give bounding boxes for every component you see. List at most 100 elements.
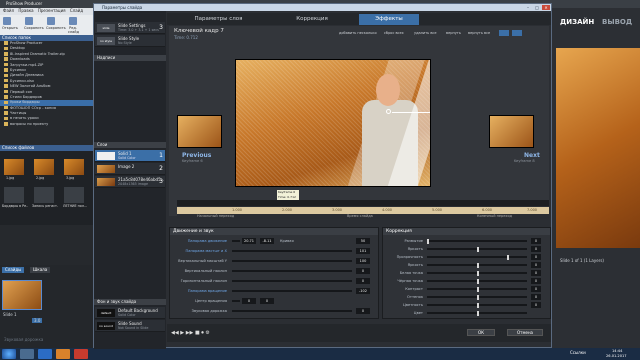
view-toggle-icon[interactable] bbox=[499, 30, 509, 36]
save-as-button[interactable]: Сохранить bbox=[46, 17, 66, 31]
layer-item-3[interactable]: 21a5c8d078e46abd5... 2048x1365 image 3 bbox=[95, 176, 165, 188]
correction-value[interactable]: 0 bbox=[531, 246, 541, 252]
slider-knob[interactable] bbox=[477, 286, 479, 292]
add-multiple-button[interactable]: добавить несколько bbox=[339, 31, 377, 37]
keyframe-ruler[interactable]: Keyframe 6 Time: 0.712 1.000 2.000 3.000… bbox=[177, 190, 549, 219]
maximize-button[interactable]: □ bbox=[533, 5, 541, 10]
tab-slides[interactable]: Слайды bbox=[2, 267, 25, 273]
correction-value[interactable]: 0 bbox=[531, 254, 541, 260]
slide-thumb-1[interactable] bbox=[2, 280, 42, 310]
tab-design[interactable]: ДИЗАЙН bbox=[560, 18, 594, 26]
file-thumb-2[interactable] bbox=[34, 159, 54, 175]
motion-slider[interactable] bbox=[232, 280, 352, 282]
file-thumb-4[interactable] bbox=[4, 187, 24, 203]
motion-value-1[interactable]: 0 bbox=[242, 298, 256, 304]
slider-knob[interactable] bbox=[477, 278, 479, 284]
slider-knob[interactable] bbox=[477, 270, 479, 276]
start-icon[interactable] bbox=[2, 349, 16, 359]
layer-item-1[interactable]: Solid 1 Solid Color 1 bbox=[95, 150, 165, 162]
motion-row-label: Горизонтальный наклон bbox=[180, 279, 227, 283]
save-button[interactable]: Сохранить bbox=[24, 17, 44, 31]
tab-output[interactable]: ВЫВОД bbox=[602, 18, 632, 26]
file-thumb-6[interactable] bbox=[64, 187, 84, 203]
cancel-button[interactable]: Отмена bbox=[507, 329, 543, 336]
ie-icon[interactable] bbox=[38, 349, 52, 359]
menu-show[interactable]: Презентация bbox=[38, 8, 66, 13]
correction-value[interactable]: 0 bbox=[531, 262, 541, 268]
menu-slide[interactable]: Слайд bbox=[70, 8, 83, 13]
motion-slider[interactable] bbox=[232, 260, 352, 262]
previous-keyframe-preview[interactable] bbox=[177, 115, 222, 148]
motion-slider[interactable] bbox=[232, 310, 352, 312]
correction-value[interactable]: 0 bbox=[531, 286, 541, 292]
motion-value-3[interactable]: 50 bbox=[356, 238, 370, 244]
motion-slider[interactable] bbox=[232, 290, 352, 292]
motion-slider[interactable] bbox=[232, 270, 352, 272]
explorer-icon[interactable] bbox=[20, 349, 34, 359]
tab-correction[interactable]: Коррекция bbox=[267, 14, 357, 25]
slider-knob[interactable] bbox=[477, 262, 479, 268]
file-thumb-3[interactable] bbox=[64, 159, 84, 175]
folder-item[interactable]: вопросы по проекту bbox=[0, 122, 95, 127]
motion-value-3[interactable]: 0 bbox=[356, 278, 370, 284]
file-name-1: 1.jpg bbox=[6, 176, 15, 180]
menu-edit[interactable]: Правка bbox=[18, 8, 33, 13]
media-icon[interactable] bbox=[56, 349, 70, 359]
slide-style-item[interactable]: no style Slide Style No Style bbox=[95, 35, 165, 47]
revert-button[interactable]: вернуть bbox=[446, 31, 461, 37]
ok-button[interactable]: ОК bbox=[467, 329, 495, 336]
rotation-handle[interactable] bbox=[386, 109, 391, 114]
slider-knob[interactable] bbox=[477, 246, 479, 252]
default-background-item[interactable]: default Default Background Solid Color bbox=[95, 307, 165, 319]
slider-knob[interactable] bbox=[477, 302, 479, 308]
revert-all-button[interactable]: вернуть все bbox=[468, 31, 490, 37]
slider-knob[interactable] bbox=[477, 310, 479, 316]
proshow-icon[interactable] bbox=[74, 349, 88, 359]
minimize-button[interactable]: – bbox=[524, 5, 532, 10]
delete-all-button[interactable]: удалить все bbox=[414, 31, 437, 37]
slider-knob[interactable] bbox=[427, 238, 429, 244]
motion-value-3[interactable]: 0 bbox=[356, 268, 370, 274]
motion-value-1[interactable]: 20.71 bbox=[242, 238, 256, 244]
menu-file[interactable]: Файл bbox=[3, 8, 14, 13]
slide-settings-item[interactable]: slide Slide Settings Time: 3.0 + 3.1 + 1… bbox=[95, 22, 165, 34]
file-thumb-5[interactable] bbox=[34, 187, 54, 203]
slide-sound-item[interactable]: no sound Slide Sound Not Sound in Slide bbox=[95, 320, 165, 332]
slider-knob[interactable] bbox=[477, 294, 479, 300]
tab-layer-settings[interactable]: Параметры слоя bbox=[171, 14, 266, 25]
correction-slider[interactable] bbox=[427, 256, 527, 258]
playback-controls[interactable]: ◀◀ ▶ ▶▶ ■ ⏺ ⚙ bbox=[171, 330, 210, 336]
correction-value[interactable]: 0 bbox=[531, 278, 541, 284]
correction-value[interactable]: 0 bbox=[531, 270, 541, 276]
correction-value[interactable]: 0 bbox=[531, 294, 541, 300]
motion-value-3[interactable]: 0 bbox=[356, 308, 370, 314]
dialog-tabs: Параметры слоя Коррекция Эффекты bbox=[167, 13, 551, 25]
motion-value-3[interactable]: 100 bbox=[356, 258, 370, 264]
layer-item-2[interactable]: Image 2 2 bbox=[95, 163, 165, 175]
correction-slider[interactable] bbox=[427, 240, 527, 242]
motion-slider[interactable] bbox=[232, 240, 240, 242]
next-keyframe-preview[interactable] bbox=[489, 115, 534, 148]
previous-label[interactable]: Previous bbox=[182, 152, 211, 159]
motion-value-3[interactable]: -102 bbox=[356, 288, 370, 294]
open-button[interactable]: Открыть bbox=[2, 17, 18, 31]
timeline-panel: Слайды Шкала Slide 1 3.0 Звуковая дорожк… bbox=[0, 265, 95, 348]
reset-all-button[interactable]: сброс всех bbox=[384, 31, 404, 37]
correction-value[interactable]: 0 bbox=[531, 302, 541, 308]
motion-value-2[interactable]: -8.11 bbox=[260, 238, 274, 244]
grid-toggle-icon[interactable] bbox=[512, 30, 522, 36]
motion-slider[interactable] bbox=[232, 300, 240, 302]
file-thumb-1[interactable] bbox=[4, 159, 24, 175]
correction-value[interactable]: 0 bbox=[531, 238, 541, 244]
motion-value-2[interactable]: 0 bbox=[260, 298, 274, 304]
slider-knob[interactable] bbox=[507, 254, 509, 260]
edit-slide-button[interactable]: Ред. слайд bbox=[68, 17, 79, 34]
captions-header: Надписи bbox=[94, 55, 166, 61]
next-label[interactable]: Next bbox=[524, 152, 540, 159]
tab-effects[interactable]: Эффекты bbox=[359, 14, 419, 25]
tab-timeline[interactable]: Шкала bbox=[30, 267, 51, 273]
close-button[interactable]: ✕ bbox=[542, 5, 550, 10]
motion-slider[interactable] bbox=[232, 250, 352, 252]
slide-preview[interactable] bbox=[235, 59, 431, 187]
motion-value-3[interactable]: 101 bbox=[356, 248, 370, 254]
